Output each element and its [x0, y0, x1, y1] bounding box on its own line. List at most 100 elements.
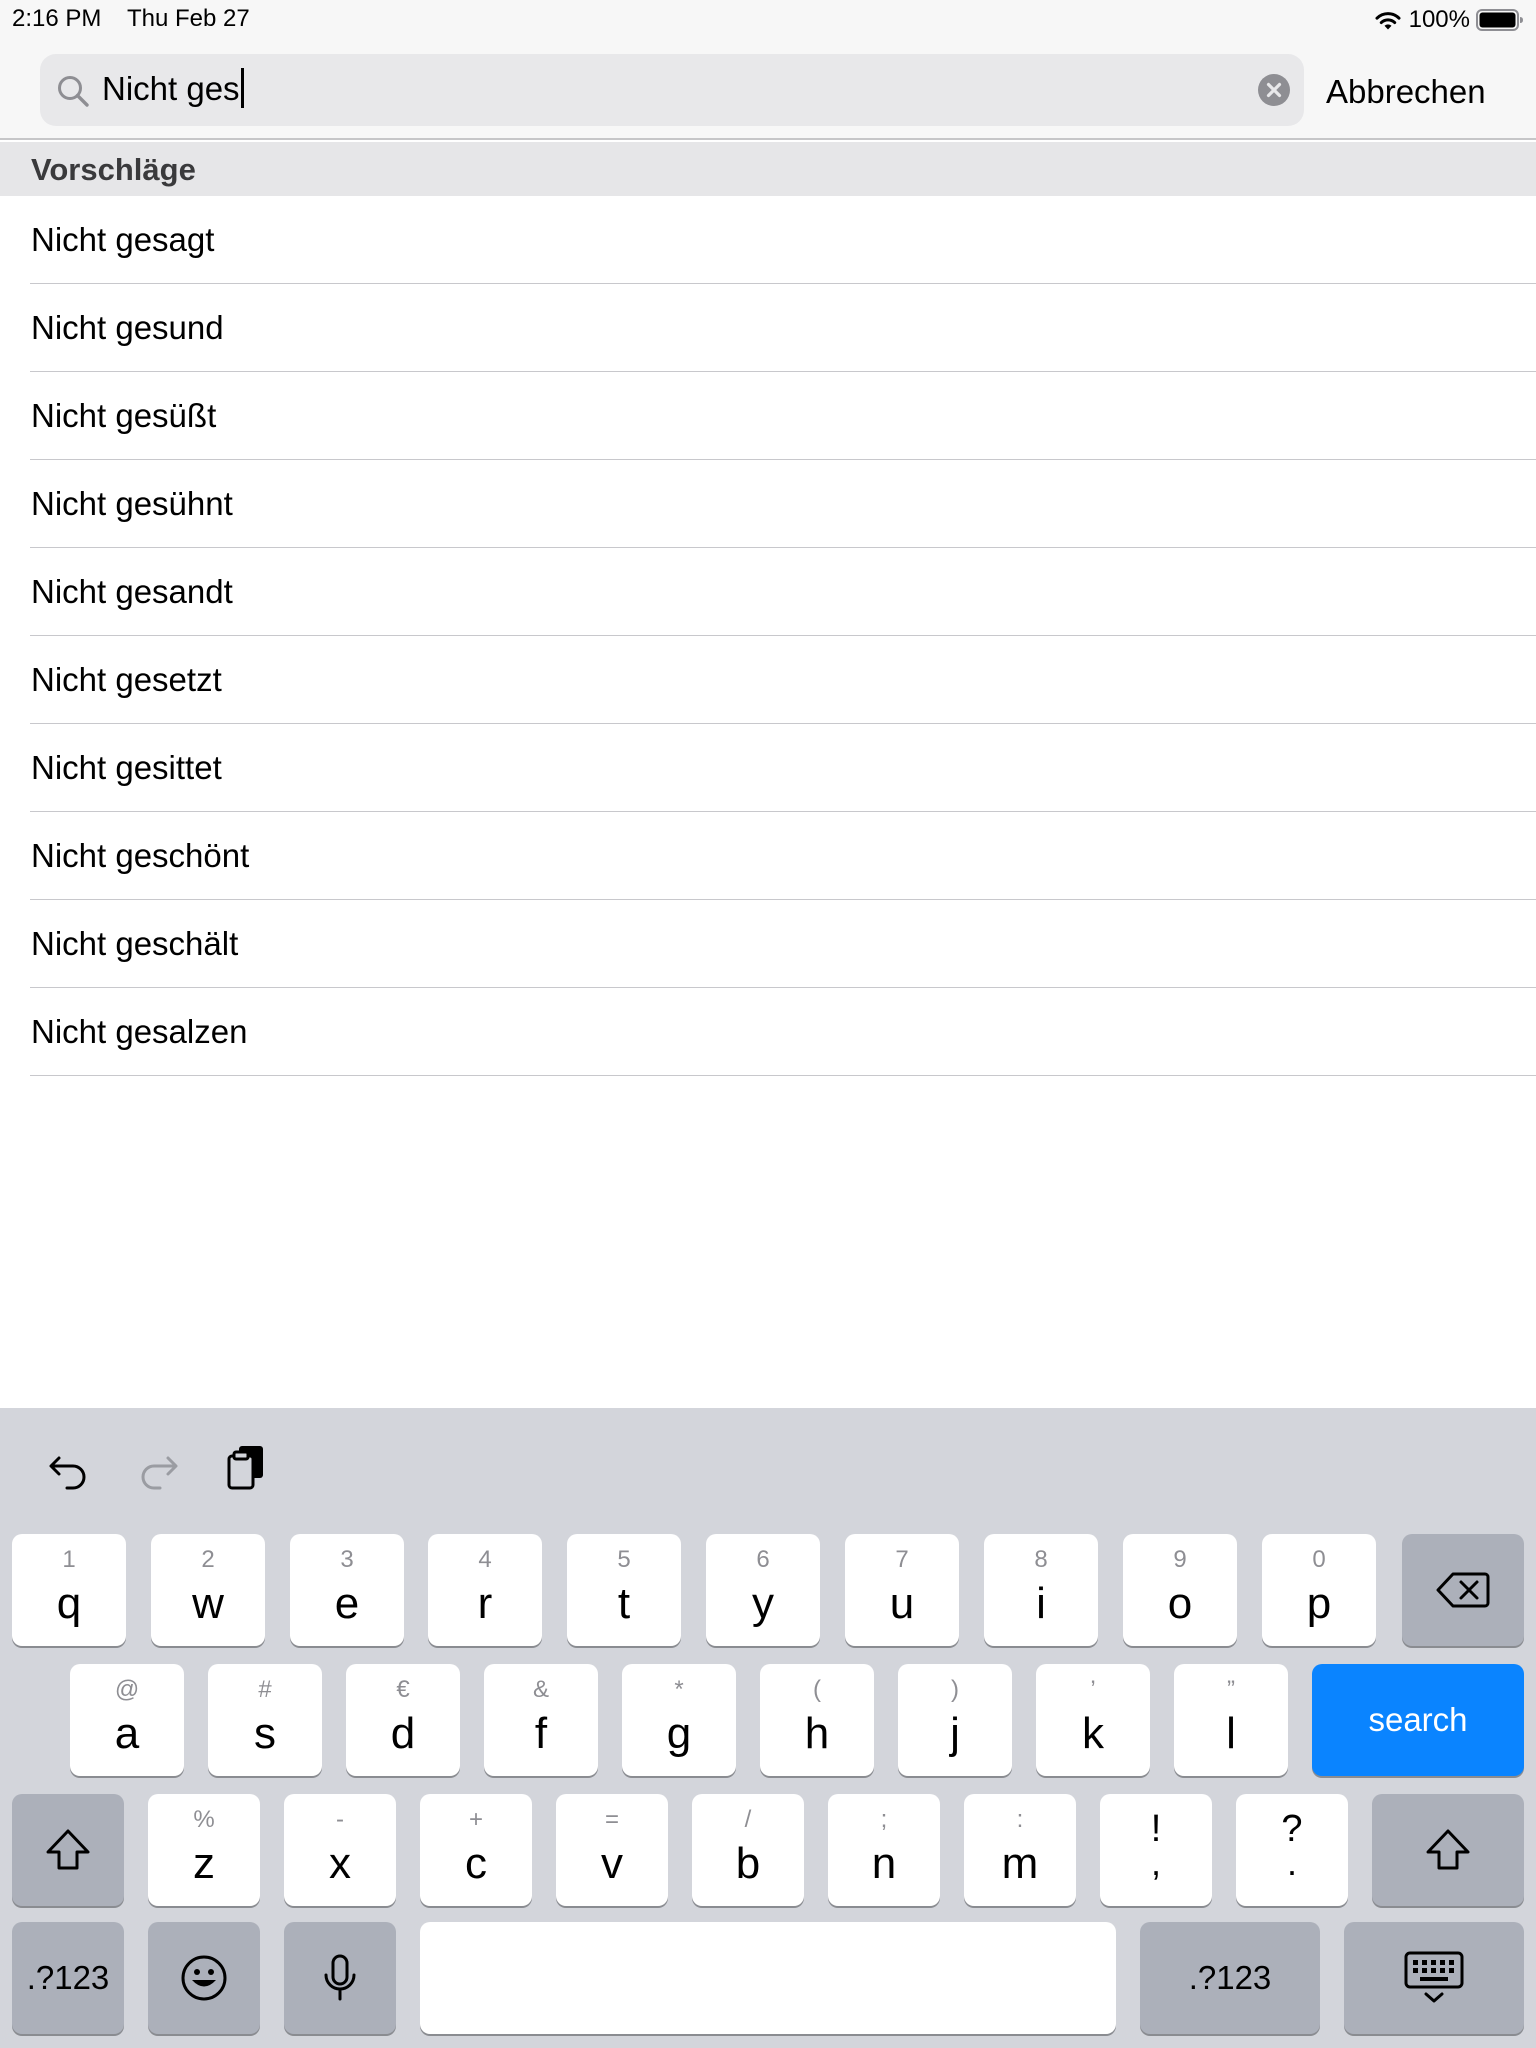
key-secondary: 2 [201, 1546, 215, 1573]
key-i[interactable]: 8i [984, 1534, 1098, 1646]
key-x[interactable]: -x [284, 1794, 396, 1906]
text-caret [240, 68, 244, 109]
key-v[interactable]: = v [556, 1794, 668, 1906]
key-primary: g [666, 1709, 692, 1758]
emoji-key[interactable] [148, 1922, 260, 2034]
key-primary: , [1150, 1842, 1161, 1883]
key-a[interactable]: @ a [70, 1664, 184, 1776]
numbers-key-label: .?123 [26, 1959, 110, 1996]
suggestion-label: Nicht gesüßt [31, 397, 217, 434]
key-primary: b [735, 1839, 761, 1888]
key-comma[interactable]: !, [1100, 1794, 1212, 1906]
key-t[interactable]: 5t [567, 1534, 681, 1646]
key-d[interactable]: € d [346, 1664, 460, 1776]
key-w[interactable]: 2w [151, 1534, 265, 1646]
status-time: 2:16 PM [12, 5, 102, 32]
key-z[interactable]: % z [148, 1794, 260, 1906]
key-k[interactable]: ’ k [1036, 1664, 1150, 1776]
backspace-icon [1436, 1572, 1490, 1608]
key-o[interactable]: 9o [1123, 1534, 1237, 1646]
suggestion-item[interactable]: Nicht gesittet [0, 724, 1536, 812]
shift-key-right[interactable] [1372, 1794, 1524, 1906]
suggestion-item[interactable]: Nicht geschält [0, 900, 1536, 988]
key-primary: e [334, 1579, 360, 1628]
backspace-key[interactable] [1402, 1534, 1524, 1646]
key-y[interactable]: 6y [706, 1534, 820, 1646]
key-h[interactable]: (h [760, 1664, 874, 1776]
suggestion-item[interactable]: Nicht gesandt [0, 548, 1536, 636]
key-primary: n [871, 1839, 897, 1888]
key-secondary: ? [1281, 1808, 1303, 1850]
undo-icon[interactable] [45, 1444, 93, 1492]
key-secondary: 6 [756, 1546, 770, 1573]
suggestion-item[interactable]: Nicht gesühnt [0, 460, 1536, 548]
key-n[interactable]: ; n [828, 1794, 940, 1906]
key-g[interactable]: * g [622, 1664, 736, 1776]
numbers-key-right[interactable]: .?123 [1140, 1922, 1320, 2034]
space-key[interactable] [420, 1922, 1116, 2034]
key-u[interactable]: 7u [845, 1534, 959, 1646]
dictation-key[interactable] [284, 1922, 396, 2034]
key-r[interactable]: 4r [428, 1534, 542, 1646]
key-m[interactable]: :m [964, 1794, 1076, 1906]
key-secondary: 3 [340, 1546, 354, 1573]
key-primary: q [56, 1579, 82, 1628]
key-secondary: ” [1227, 1676, 1235, 1703]
suggestion-item[interactable]: Nicht gesalzen [0, 988, 1536, 1076]
key-primary: p [1306, 1579, 1332, 1628]
suggestion-item[interactable]: Nicht gesetzt [0, 636, 1536, 724]
redo-icon[interactable] [134, 1444, 182, 1492]
key-p[interactable]: 0p [1262, 1534, 1376, 1646]
key-l[interactable]: ” l [1174, 1664, 1288, 1776]
status-date: Thu Feb 27 [127, 5, 250, 32]
key-secondary: € [396, 1676, 410, 1703]
key-secondary: / [744, 1806, 752, 1833]
key-b[interactable]: / b [692, 1794, 804, 1906]
shift-icon [46, 1829, 90, 1870]
key-secondary: ! [1150, 1808, 1162, 1850]
key-secondary: 9 [1173, 1546, 1187, 1573]
search-field[interactable]: Nicht ges [40, 54, 1304, 126]
key-j[interactable]: ) j [898, 1664, 1012, 1776]
key-period[interactable]: ?. [1236, 1794, 1348, 1906]
key-secondary: ) [951, 1676, 959, 1703]
key-q[interactable]: 1q [12, 1534, 126, 1646]
key-f[interactable]: & f [484, 1664, 598, 1776]
key-primary: u [889, 1579, 915, 1628]
key-primary: i [1036, 1579, 1046, 1628]
suggestion-item[interactable]: Nicht gesüßt [0, 372, 1536, 460]
dismiss-keyboard-key[interactable] [1344, 1922, 1524, 2034]
key-primary: x [329, 1839, 351, 1888]
search-key-label: search [1368, 1701, 1468, 1738]
search-input[interactable]: Nicht ges [102, 68, 244, 111]
key-secondary: 0 [1312, 1546, 1326, 1573]
numbers-key-left[interactable]: .?123 [12, 1922, 124, 2034]
suggestion-label: Nicht gesittet [31, 749, 222, 786]
suggestion-label: Nicht gesühnt [31, 485, 233, 522]
keyboard: 1q 2w 3e 4r 5t 6y 7u 8i 9o 0p @ a # s € d &… [0, 1408, 1536, 2048]
key-primary: t [617, 1579, 631, 1628]
shift-key-left[interactable] [12, 1794, 124, 1906]
key-s[interactable]: # s [208, 1664, 322, 1776]
search-key[interactable]: search [1312, 1664, 1524, 1776]
suggestion-item[interactable]: Nicht gesund [0, 284, 1536, 372]
battery-icon [1476, 9, 1523, 31]
suggestion-item[interactable]: Nicht gesagt [0, 196, 1536, 284]
key-secondary: 4 [478, 1546, 492, 1573]
key-e[interactable]: 3e [290, 1534, 404, 1646]
key-secondary: * [674, 1676, 684, 1703]
suggestion-label: Nicht gesandt [31, 573, 233, 610]
key-secondary: = [604, 1806, 619, 1833]
cancel-button[interactable]: Abbrechen [1326, 72, 1486, 112]
keyboard-dismiss-icon [1404, 1951, 1464, 2003]
key-primary: m [1001, 1839, 1039, 1888]
key-primary: w [192, 1579, 224, 1628]
key-primary: j [950, 1709, 960, 1758]
emoji-icon [181, 1955, 227, 2001]
clear-icon[interactable] [1258, 74, 1290, 106]
key-primary: k [1082, 1709, 1104, 1758]
key-c[interactable]: + c [420, 1794, 532, 1906]
paste-icon[interactable] [223, 1442, 271, 1490]
suggestion-label: Nicht gesund [31, 309, 224, 346]
suggestion-item[interactable]: Nicht geschönt [0, 812, 1536, 900]
